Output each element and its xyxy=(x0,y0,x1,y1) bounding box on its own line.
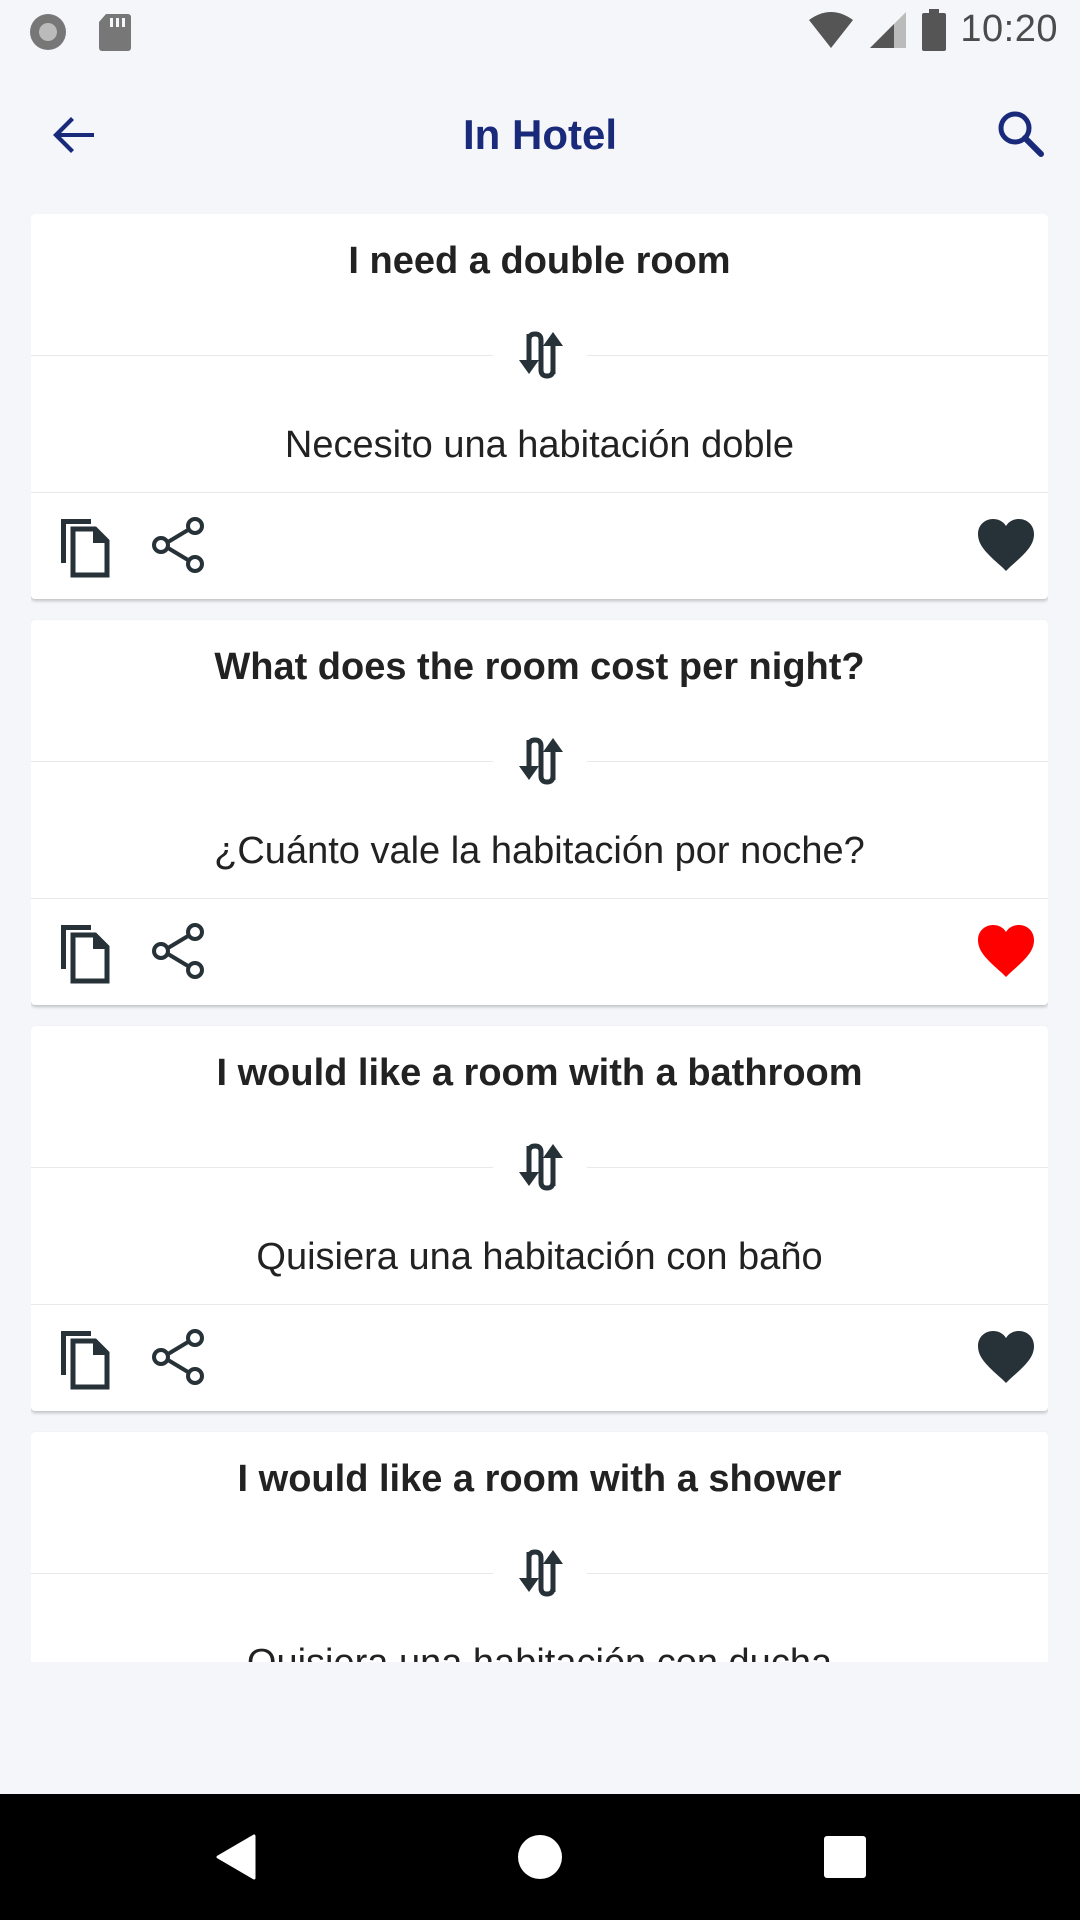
status-time: 10:20 xyxy=(960,8,1058,50)
app-bar: In Hotel xyxy=(0,63,1080,210)
status-bar: 10:20 xyxy=(0,0,1080,63)
share-icon xyxy=(152,517,204,573)
phrase-source: I would like a room with a bathroom xyxy=(216,1052,863,1094)
card-actions xyxy=(31,1305,1048,1411)
card-actions xyxy=(31,493,1048,599)
share-icon xyxy=(152,1329,204,1385)
swap-languages-button[interactable] xyxy=(509,1544,571,1602)
phrase-card: What does the room cost per night? ¿Cuán… xyxy=(31,620,1048,1005)
swap-vert-icon xyxy=(519,331,563,379)
copy-button[interactable] xyxy=(55,921,115,985)
record-icon xyxy=(30,14,66,50)
back-nav-icon xyxy=(216,1834,256,1880)
heart-icon xyxy=(978,519,1034,571)
search-icon xyxy=(998,111,1044,157)
favorite-button[interactable] xyxy=(976,517,1036,573)
phrase-list[interactable]: I need a double room Necesito una habita… xyxy=(31,214,1048,1662)
wifi-icon xyxy=(809,11,854,48)
favorite-button[interactable] xyxy=(976,1329,1036,1385)
phrase-source: I need a double room xyxy=(348,240,731,282)
favorite-button[interactable] xyxy=(976,923,1036,979)
heart-icon xyxy=(978,925,1034,977)
share-button[interactable] xyxy=(149,921,209,981)
share-icon xyxy=(152,923,204,979)
phrase-source: What does the room cost per night? xyxy=(214,646,865,688)
phrase-card: I would like a room with a shower Quisie… xyxy=(31,1432,1048,1662)
swap-vert-icon xyxy=(519,1549,563,1597)
phrase-source: I would like a room with a shower xyxy=(237,1458,842,1500)
recents-nav-icon xyxy=(824,1836,866,1878)
share-button[interactable] xyxy=(149,515,209,575)
swap-languages-button[interactable] xyxy=(509,1138,571,1196)
phrase-target: ¿Cuánto vale la habitación por noche? xyxy=(214,830,865,872)
search-button[interactable] xyxy=(988,101,1052,165)
card-actions xyxy=(31,899,1048,1005)
battery-icon xyxy=(922,8,947,51)
home-nav-icon xyxy=(518,1835,562,1879)
heart-icon xyxy=(978,1331,1034,1383)
nav-recents-button[interactable] xyxy=(820,1832,870,1882)
copy-icon xyxy=(61,1331,110,1390)
phrase-card: I would like a room with a bathroom Quis… xyxy=(31,1026,1048,1411)
copy-button[interactable] xyxy=(55,515,115,579)
phrase-card: I need a double room Necesito una habita… xyxy=(31,214,1048,599)
swap-vert-icon xyxy=(519,1143,563,1191)
signal-icon xyxy=(870,11,907,48)
swap-languages-button[interactable] xyxy=(509,732,571,790)
page-title: In Hotel xyxy=(463,111,617,158)
copy-icon xyxy=(61,519,110,578)
copy-icon xyxy=(61,925,110,984)
nav-back-button[interactable] xyxy=(212,1832,262,1882)
system-nav-bar xyxy=(0,1794,1080,1920)
sd-card-icon xyxy=(99,14,131,51)
swap-vert-icon xyxy=(519,737,563,785)
share-button[interactable] xyxy=(149,1327,209,1387)
phrase-target: Quisiera una habitación con baño xyxy=(256,1236,823,1278)
swap-languages-button[interactable] xyxy=(509,326,571,384)
phrase-target: Quisiera una habitación con ducha xyxy=(31,1642,1048,1662)
phrase-target: Necesito una habitación doble xyxy=(284,424,795,466)
copy-button[interactable] xyxy=(55,1327,115,1391)
nav-home-button[interactable] xyxy=(515,1832,565,1882)
